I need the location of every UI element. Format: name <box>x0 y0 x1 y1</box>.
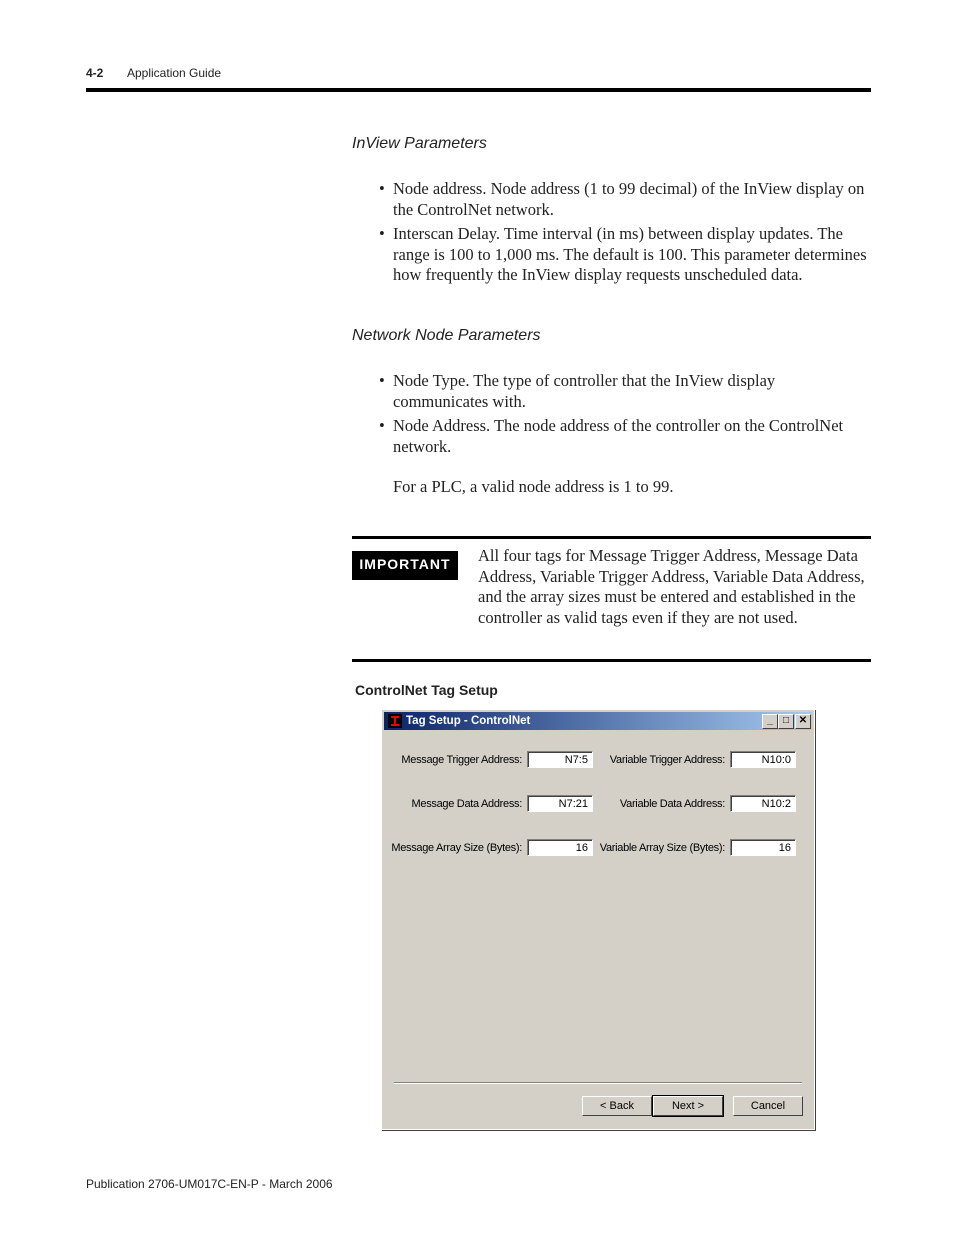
important-text: All four tags for Message Trigger Addres… <box>478 546 865 627</box>
header-title: Application Guide <box>127 66 222 80</box>
page-number: 4-2 <box>86 66 104 80</box>
list-item: Node Type. The type of controller that t… <box>377 371 871 412</box>
app-icon <box>388 714 402 728</box>
message-array-size-input[interactable]: 16 <box>527 839 593 856</box>
tag-setup-dialog: Tag Setup - ControlNet _ □ ✕ Message Tri… <box>381 709 815 1130</box>
header-rule <box>86 88 871 92</box>
list-item: Node address. Node address (1 to 99 deci… <box>377 179 871 220</box>
section-heading-network-node: Network Node Parameters <box>352 327 541 344</box>
variable-data-address-input[interactable]: N10:2 <box>730 795 796 812</box>
plc-note: For a PLC, a valid node address is 1 to … <box>393 477 674 496</box>
back-button[interactable]: < Back <box>582 1096 652 1116</box>
variable-array-size-label: Variable Array Size (Bytes): <box>599 842 726 854</box>
dialog-separator <box>394 1082 802 1084</box>
variable-trigger-address-input[interactable]: N10:0 <box>730 751 796 768</box>
important-top-rule <box>352 536 871 539</box>
dialog-titlebar[interactable]: Tag Setup - ControlNet _ □ ✕ <box>384 712 812 730</box>
variable-data-address-label: Variable Data Address: <box>619 798 725 810</box>
list-item: Node Address. The node address of the co… <box>377 416 871 457</box>
variable-array-size-input[interactable]: 16 <box>730 839 796 856</box>
cancel-button[interactable]: Cancel <box>733 1096 803 1116</box>
section-heading-inview: InView Parameters <box>352 135 487 152</box>
variable-trigger-address-label: Variable Trigger Address: <box>609 754 726 766</box>
inview-bullet-list: Node address. Node address (1 to 99 deci… <box>377 179 871 290</box>
message-array-size-label: Message Array Size (Bytes): <box>391 842 522 854</box>
message-trigger-address-input[interactable]: N7:5 <box>527 751 593 768</box>
message-trigger-address-label: Message Trigger Address: <box>401 754 522 766</box>
publication-footer: Publication 2706-UM017C-EN-P - March 200… <box>86 1177 333 1191</box>
maximize-button[interactable]: □ <box>778 714 794 729</box>
message-data-address-input[interactable]: N7:21 <box>527 795 593 812</box>
message-data-address-label: Message Data Address: <box>411 798 523 810</box>
close-button[interactable]: ✕ <box>795 714 811 729</box>
important-bottom-rule <box>352 659 871 662</box>
figure-caption: ControlNet Tag Setup <box>355 682 498 698</box>
network-node-bullet-list: Node Type. The type of controller that t… <box>377 371 871 461</box>
minimize-button[interactable]: _ <box>762 714 778 729</box>
list-item: Interscan Delay. Time interval (in ms) b… <box>377 224 871 286</box>
dialog-title: Tag Setup - ControlNet <box>406 715 531 727</box>
important-badge: IMPORTANT <box>352 551 458 580</box>
next-button[interactable]: Next > <box>652 1095 724 1117</box>
